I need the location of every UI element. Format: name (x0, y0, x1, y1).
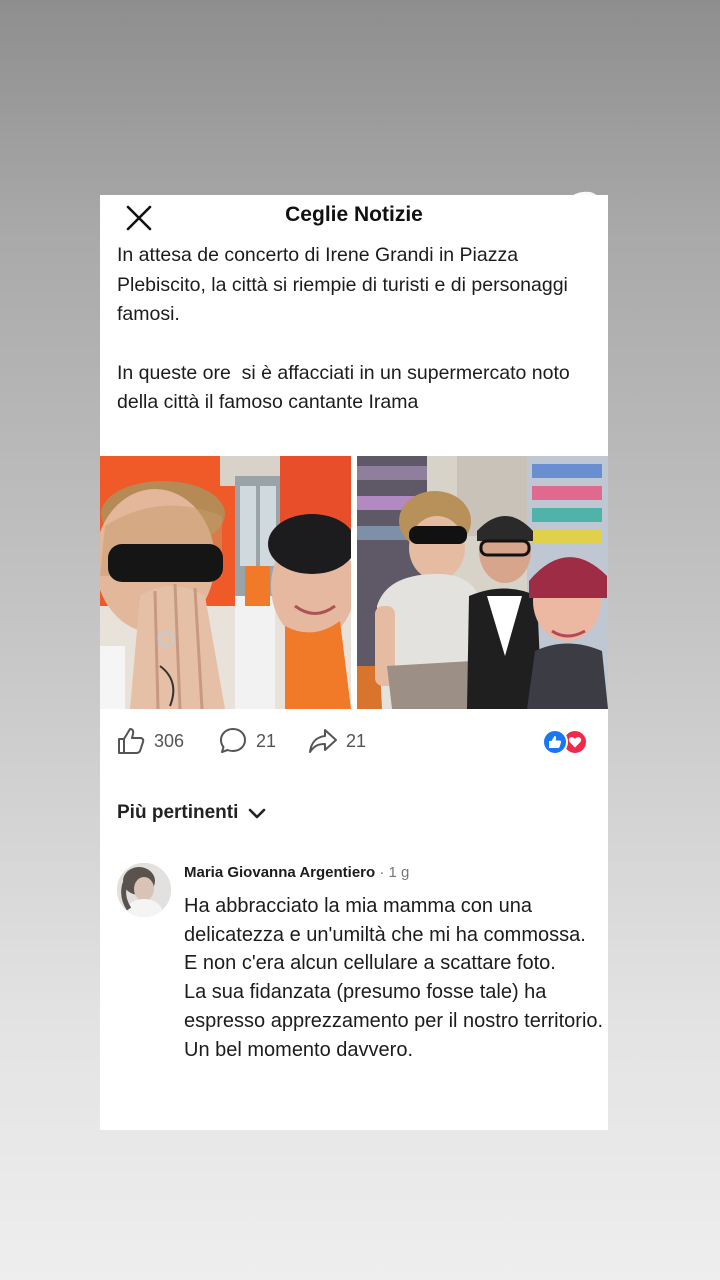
post-text: In attesa de concerto di Irene Grandi in… (117, 241, 595, 418)
photo-selfie-in-shop[interactable] (100, 456, 351, 709)
chevron-down-icon (249, 808, 266, 819)
comment-sort-dropdown[interactable]: Più pertinenti (117, 799, 270, 827)
post-header: Ceglie Notizie (100, 195, 608, 239)
comment-text: Ha abbracciato la mia mamma con una deli… (184, 895, 604, 1061)
like-count: 306 (154, 730, 185, 751)
comment-author[interactable]: Maria Giovanna Argentiero (184, 864, 375, 881)
share-button[interactable]: 21 (308, 725, 366, 757)
post-photo-grid (100, 456, 608, 709)
comment-button[interactable]: 21 (218, 725, 276, 757)
avatar[interactable] (117, 863, 171, 917)
like-button[interactable]: 306 (116, 725, 184, 757)
post-actions-bar: 306 21 21 (100, 723, 608, 759)
post-paragraph: In queste ore si è affacciati in un supe… (117, 361, 576, 414)
share-count: 21 (346, 730, 367, 751)
comment-time: · 1 g (375, 864, 410, 881)
post-paragraph: In attesa de concerto di Irene Grandi in… (117, 244, 574, 325)
comment-count: 21 (256, 730, 277, 751)
page-title[interactable]: Ceglie Notizie (100, 203, 608, 227)
like-reaction-icon (542, 729, 568, 755)
photo-group-in-supermarket[interactable] (357, 456, 608, 709)
reaction-summary[interactable] (542, 729, 588, 755)
facebook-post-card: Ceglie Notizie In attesa de concerto di … (100, 195, 608, 1130)
share-arrow-icon (309, 729, 337, 753)
comment-meta: Maria Giovanna Argentiero · 1 g (184, 864, 409, 881)
comment-bubble-icon (220, 728, 246, 753)
sort-label: Più pertinenti (117, 802, 239, 823)
thumbs-up-icon (118, 728, 145, 754)
